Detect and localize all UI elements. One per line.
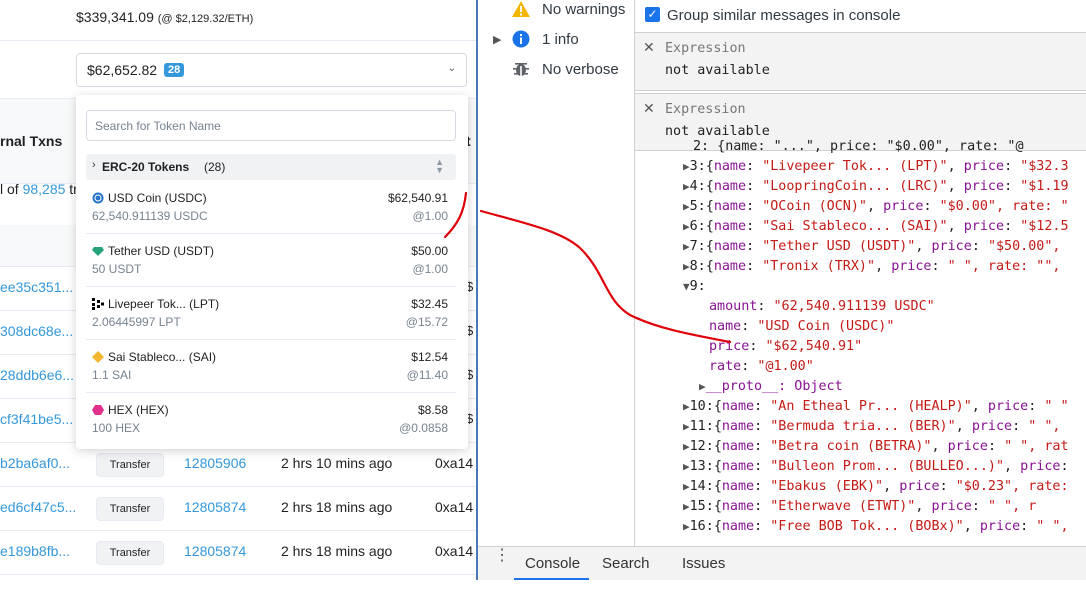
annotation-stroke bbox=[479, 209, 732, 344]
red-annotation bbox=[443, 191, 732, 344]
annotation-stroke bbox=[443, 191, 468, 239]
